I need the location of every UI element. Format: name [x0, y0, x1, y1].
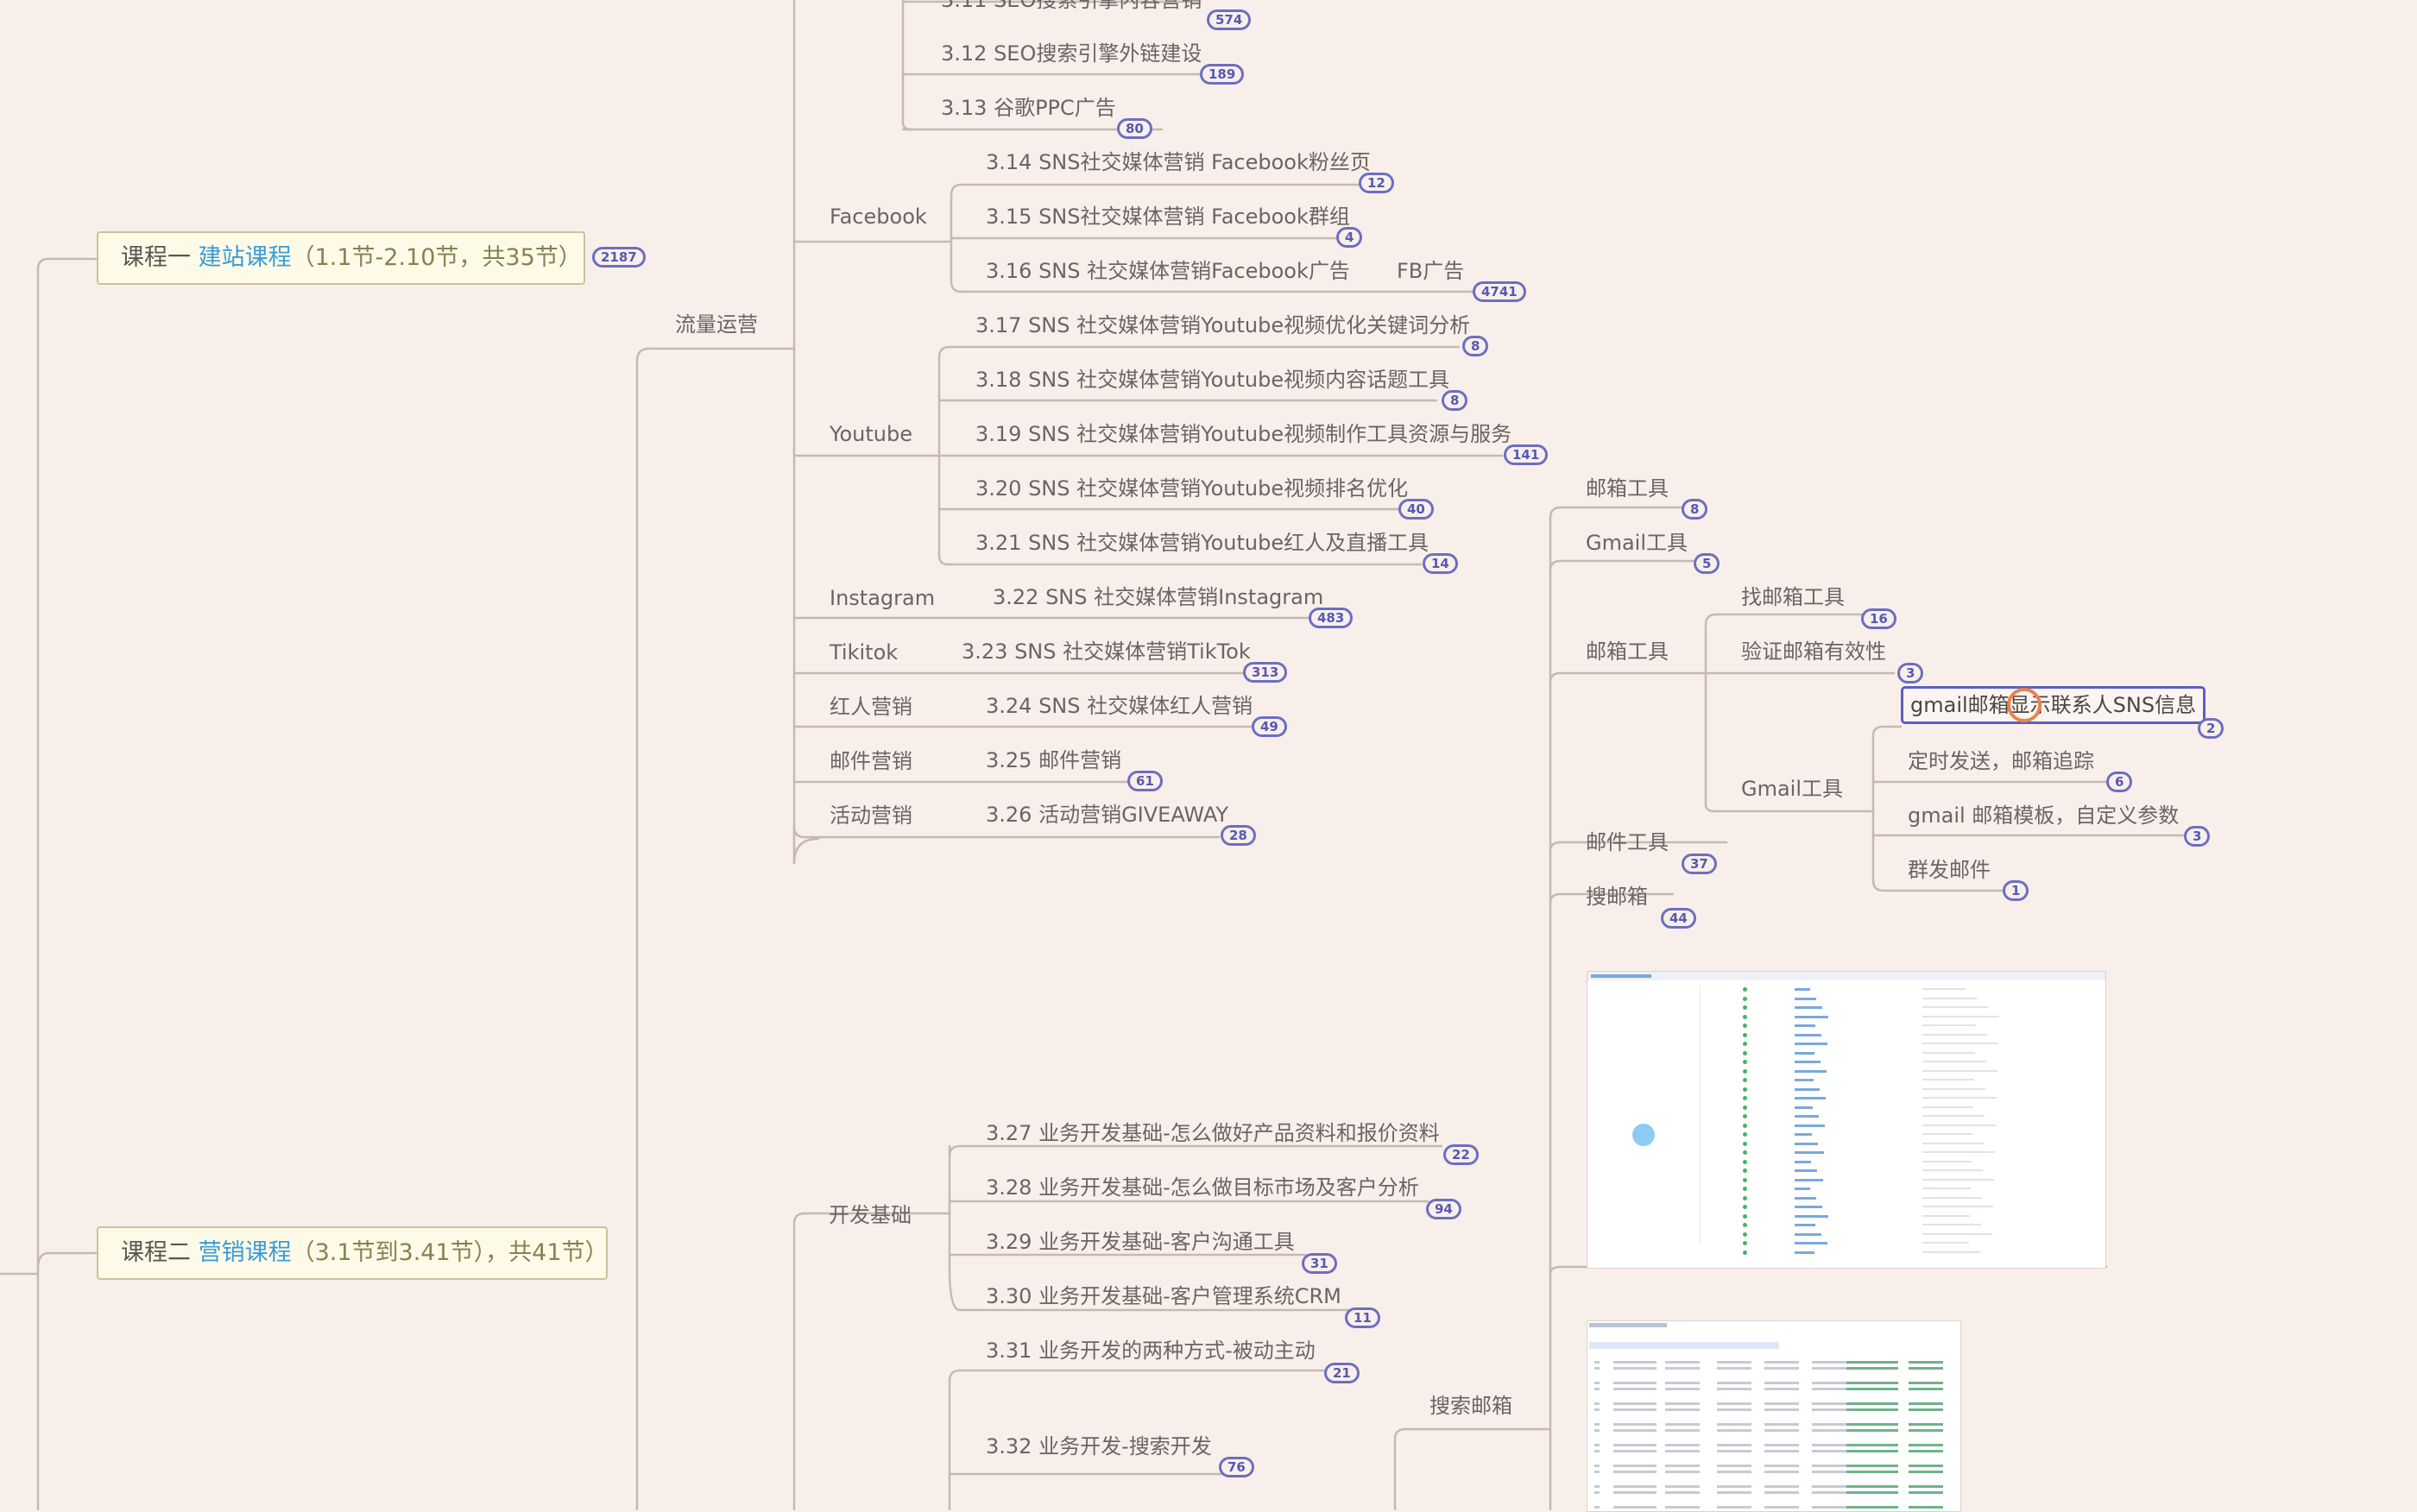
count-badge: 5 [1694, 553, 1720, 574]
count-badge: 22 [1443, 1144, 1479, 1165]
topic-3-24[interactable]: 3.24 SNS 社交媒体红人营销 [986, 692, 1253, 720]
count-badge: 28 [1221, 825, 1256, 846]
category-influencer[interactable]: 红人营销 [830, 693, 912, 721]
mailbox-find-tool[interactable]: 找邮箱工具 [1741, 583, 1845, 611]
count-badge: 37 [1682, 854, 1717, 874]
count-badge: 3 [2184, 826, 2211, 847]
category-facebook[interactable]: Facebook [830, 203, 927, 230]
count-badge: 40 [1398, 499, 1434, 520]
topic-3-16[interactable]: 3.16 SNS 社交媒体营销Facebook广告 [986, 257, 1350, 285]
count-badge: 12 [1359, 173, 1394, 193]
tool-search-mailbox[interactable]: 搜邮箱 [1586, 883, 1648, 910]
mailbox-gmail-tools[interactable]: Gmail工具 [1741, 775, 1843, 803]
course-two-node[interactable]: 课程二 营销课程（3.1节到3.41节），共41节） [97, 1226, 609, 1280]
count-badge: 21 [1324, 1363, 1360, 1383]
branch-dev-basics[interactable]: 开发基础 [829, 1201, 912, 1229]
tool-mailbox-group[interactable]: 邮箱工具 [1586, 638, 1669, 665]
topic-3-23[interactable]: 3.23 SNS 社交媒体营销TikTok [962, 638, 1251, 665]
branch-traffic[interactable]: 流量运营 [675, 311, 758, 338]
category-tiktok[interactable]: Tikitok [830, 639, 898, 666]
topic-3-28[interactable]: 3.28 业务开发基础-怎么做目标市场及客户分析 [986, 1174, 1419, 1201]
count-badge: 483 [1309, 608, 1354, 628]
topic-3-25[interactable]: 3.25 邮件营销 [986, 747, 1121, 774]
topic-3-11[interactable]: 3.11 SEO搜索引擎内容营销 [941, 0, 1202, 14]
count-badge: 14 [1423, 553, 1458, 574]
attached-screenshot-image[interactable] [1587, 971, 2106, 1269]
count-badge: 80 [1117, 118, 1152, 139]
gmail-scheduled-send[interactable]: 定时发送，邮箱追踪 [1908, 747, 2094, 775]
count-badge: 4 [1336, 227, 1363, 248]
count-badge: 189 [1200, 64, 1245, 85]
topic-3-14[interactable]: 3.14 SNS社交媒体营销 Facebook粉丝页 [986, 148, 1371, 176]
gmail-template[interactable]: gmail 邮箱模板，自定义参数 [1908, 802, 2179, 829]
tool-mail[interactable]: 邮件工具 [1586, 828, 1669, 856]
topic-3-17[interactable]: 3.17 SNS 社交媒体营销Youtube视频优化关键词分析 [975, 312, 1470, 339]
mouse-cursor [2007, 688, 2042, 722]
count-badge: 4741 [1473, 281, 1526, 302]
count-badge: 16 [1861, 608, 1896, 629]
category-event[interactable]: 活动营销 [830, 802, 912, 829]
category-email-marketing[interactable]: 邮件营销 [830, 747, 912, 775]
topic-3-21[interactable]: 3.21 SNS 社交媒体营销Youtube红人及直播工具 [975, 529, 1429, 557]
topic-3-26[interactable]: 3.26 活动营销GIVEAWAY [986, 801, 1228, 828]
count-badge: 2 [2198, 718, 2225, 739]
course-detail: （1.1节-2.10节，共35节） [291, 244, 582, 271]
course-name: 营销课程 [198, 1239, 292, 1266]
count-badge: 8 [1462, 336, 1489, 356]
branch-search-email[interactable]: 搜索邮箱 [1429, 1392, 1512, 1420]
topic-3-29[interactable]: 3.29 业务开发基础-客户沟通工具 [986, 1228, 1295, 1256]
topic-3-32[interactable]: 3.32 业务开发-搜索开发 [986, 1433, 1212, 1460]
topic-note-fb-ads: FB广告 [1397, 259, 1465, 283]
count-badge: 11 [1345, 1307, 1380, 1328]
mailbox-verify[interactable]: 验证邮箱有效性 [1741, 638, 1886, 665]
count-badge: 574 [1207, 9, 1252, 30]
count-badge: 141 [1504, 444, 1549, 465]
attached-search-results-image[interactable] [1587, 1320, 1961, 1512]
topic-3-19[interactable]: 3.19 SNS 社交媒体营销Youtube视频制作工具资源与服务 [975, 420, 1511, 448]
gmail-sns-info-node-selected[interactable]: gmail邮箱显示联系人SNS信息 [1901, 686, 2206, 724]
topic-3-12[interactable]: 3.12 SEO搜索引擎外链建设 [941, 40, 1202, 67]
category-instagram[interactable]: Instagram [830, 584, 935, 612]
course-one-node[interactable]: 课程一 建站课程（1.1节-2.10节，共35节） [97, 231, 585, 285]
topic-3-30[interactable]: 3.30 业务开发基础-客户管理系统CRM [986, 1282, 1341, 1310]
count-badge: 6 [2106, 772, 2133, 792]
count-badge: 2187 [592, 247, 646, 268]
category-youtube[interactable]: Youtube [830, 420, 912, 448]
course-detail: （3.1节到3.41节），共41节） [291, 1239, 609, 1266]
count-badge: 8 [1682, 499, 1708, 520]
course-name: 建站课程 [198, 244, 292, 271]
count-badge: 313 [1243, 662, 1288, 683]
topic-3-18[interactable]: 3.18 SNS 社交媒体营销Youtube视频内容话题工具 [975, 366, 1449, 394]
count-badge: 3 [1897, 663, 1924, 684]
course-prefix: 课程二 [121, 1239, 199, 1266]
tool-mailbox[interactable]: 邮箱工具 [1586, 475, 1669, 502]
topic-3-27[interactable]: 3.27 业务开发基础-怎么做好产品资料和报价资料 [986, 1119, 1440, 1147]
course-prefix: 课程一 [121, 244, 199, 271]
topic-3-13[interactable]: 3.13 谷歌PPC广告 [941, 94, 1116, 122]
count-badge: 1 [2003, 880, 2029, 901]
count-badge: 61 [1127, 771, 1163, 791]
count-badge: 44 [1661, 908, 1696, 929]
count-badge: 49 [1252, 716, 1287, 737]
count-badge: 31 [1302, 1253, 1337, 1274]
count-badge: 76 [1219, 1457, 1254, 1477]
count-badge: 94 [1426, 1199, 1461, 1219]
gmail-mass-mail[interactable]: 群发邮件 [1908, 856, 1991, 884]
topic-3-22[interactable]: 3.22 SNS 社交媒体营销Instagram [993, 583, 1323, 611]
topic-3-15[interactable]: 3.15 SNS社交媒体营销 Facebook群组 [986, 203, 1350, 230]
topic-3-20[interactable]: 3.20 SNS 社交媒体营销Youtube视频排名优化 [975, 475, 1408, 502]
count-badge: 8 [1442, 390, 1468, 411]
tool-gmail[interactable]: Gmail工具 [1586, 529, 1688, 557]
topic-3-31[interactable]: 3.31 业务开发的两种方式-被动主动 [986, 1337, 1316, 1364]
